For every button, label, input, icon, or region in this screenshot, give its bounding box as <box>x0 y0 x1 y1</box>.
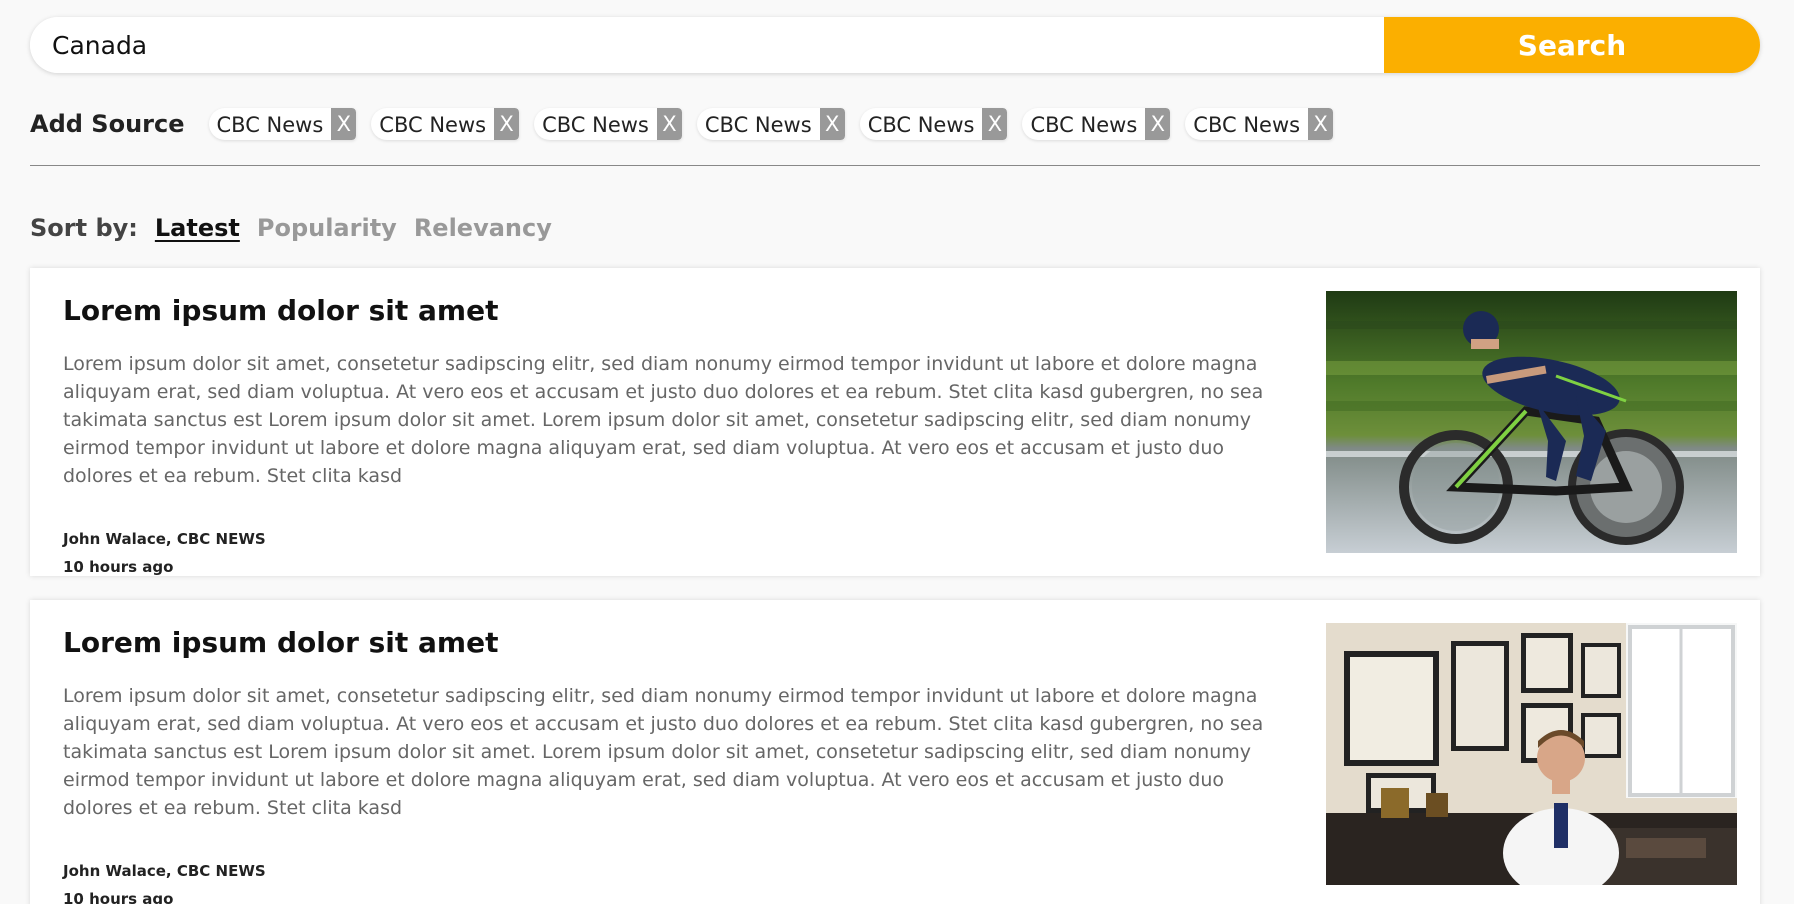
source-chip-label: CBC News <box>867 113 975 137</box>
article-card[interactable]: Lorem ipsum dolor sit amet Lorem ipsum d… <box>30 600 1760 904</box>
source-chip: CBC News X <box>1022 108 1171 140</box>
source-chips: CBC News X CBC News X CBC News X CBC New… <box>208 108 1349 140</box>
remove-source-button[interactable]: X <box>1308 108 1334 140</box>
divider <box>30 165 1760 166</box>
source-chip: CBC News X <box>859 108 1008 140</box>
add-source-label: Add Source <box>30 110 185 138</box>
search-button[interactable]: Search <box>1384 17 1760 73</box>
search-input[interactable] <box>30 17 1384 73</box>
sort-option-popularity[interactable]: Popularity <box>257 214 397 242</box>
sort-bar: Sort by: Latest Popularity Relevancy <box>30 211 569 245</box>
source-chip-label: CBC News <box>1193 113 1301 137</box>
remove-source-button[interactable]: X <box>1145 108 1171 140</box>
source-chip-label: CBC News <box>216 113 324 137</box>
article-image-doctor[interactable] <box>1326 623 1737 885</box>
sort-option-latest[interactable]: Latest <box>155 214 240 242</box>
article-image-cyclist[interactable] <box>1326 291 1737 553</box>
article-content: Lorem ipsum dolor sit amet Lorem ipsum d… <box>63 626 1293 904</box>
source-chip: CBC News X <box>534 108 682 140</box>
source-chip: CBC News X <box>371 108 520 140</box>
doctor-office-photo-icon <box>1326 623 1737 885</box>
remove-source-button[interactable]: X <box>494 108 520 140</box>
sort-option-relevancy[interactable]: Relevancy <box>414 214 552 242</box>
sort-label: Sort by: <box>30 214 138 242</box>
cyclist-photo-icon <box>1326 291 1737 553</box>
article-author: John Walace, CBC NEWS <box>63 529 266 548</box>
source-chip-label: CBC News <box>542 113 649 137</box>
source-chip: CBC News X <box>696 108 845 140</box>
article-summary: Lorem ipsum dolor sit amet, consetetur s… <box>63 352 1264 487</box>
source-chip-label: CBC News <box>704 113 812 137</box>
article-card[interactable]: Lorem ipsum dolor sit amet Lorem ipsum d… <box>30 268 1760 576</box>
news-search-page: Search Add Source CBC News X CBC News X … <box>0 0 1794 904</box>
source-chip-label: CBC News <box>379 113 487 137</box>
source-chip: CBC News X <box>208 108 357 140</box>
remove-source-button[interactable]: X <box>982 108 1008 140</box>
remove-source-button[interactable]: X <box>819 108 845 140</box>
source-chip: CBC News X <box>1185 108 1334 140</box>
article-title[interactable]: Lorem ipsum dolor sit amet <box>63 294 1293 328</box>
article-content: Lorem ipsum dolor sit amet Lorem ipsum d… <box>63 294 1293 581</box>
source-chip-label: CBC News <box>1030 113 1138 137</box>
article-summary: Lorem ipsum dolor sit amet, consetetur s… <box>63 684 1264 819</box>
search-bar: Search <box>30 17 1760 73</box>
article-author: John Walace, CBC NEWS <box>63 861 266 880</box>
article-timestamp: 10 hours ago <box>63 557 174 576</box>
remove-source-button[interactable]: X <box>656 108 682 140</box>
sources-row: Add Source CBC News X CBC News X CBC New… <box>30 104 1760 144</box>
article-title[interactable]: Lorem ipsum dolor sit amet <box>63 626 1293 660</box>
remove-source-button[interactable]: X <box>331 108 357 140</box>
article-timestamp: 10 hours ago <box>63 889 174 904</box>
